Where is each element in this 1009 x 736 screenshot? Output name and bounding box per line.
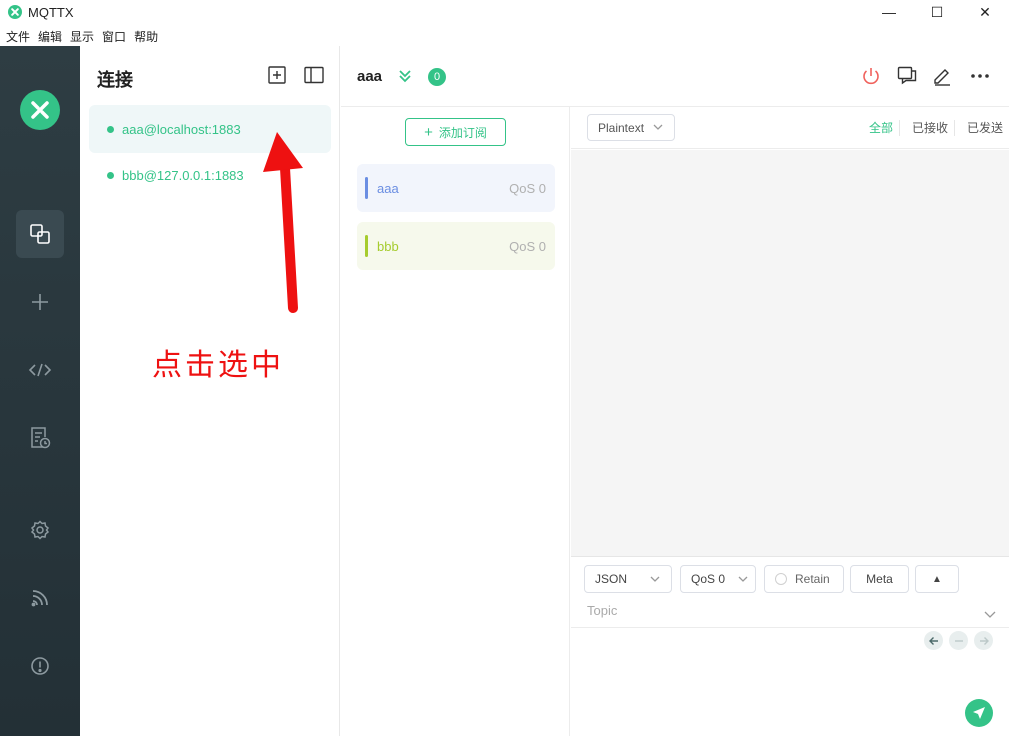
mqttx-logo-icon	[20, 90, 60, 130]
script-icon[interactable]	[16, 346, 64, 394]
plus-icon: +	[424, 123, 433, 141]
subscription-item[interactable]: aaa QoS 0	[357, 164, 555, 212]
menu-file[interactable]: 文件	[6, 28, 30, 45]
new-window-icon[interactable]	[896, 65, 918, 87]
more-options-icon[interactable]	[969, 65, 991, 87]
expand-button[interactable]: ▲	[915, 565, 959, 593]
previous-message-icon[interactable]	[924, 631, 943, 650]
connection-label: bbb@127.0.0.1:1883	[122, 167, 244, 183]
subscription-qos: QoS 0	[509, 238, 546, 254]
format-select[interactable]: Plaintext	[587, 114, 675, 141]
app-logo-icon	[8, 5, 22, 19]
menu-view[interactable]: 显示	[70, 28, 94, 45]
settings-icon[interactable]	[16, 506, 64, 554]
maximize-button[interactable]: ☐	[913, 0, 961, 24]
format-value: Plaintext	[598, 120, 645, 135]
subscription-topic: aaa	[377, 180, 399, 196]
qos-value: QoS 0	[691, 572, 726, 586]
chevron-down-icon	[737, 573, 749, 588]
subscription-color-bar	[365, 235, 368, 257]
disconnect-power-icon[interactable]	[860, 65, 882, 87]
close-button[interactable]: ✕	[961, 0, 1009, 24]
log-icon[interactable]	[16, 414, 64, 462]
meta-label: Meta	[866, 572, 893, 586]
connection-title: aaa	[357, 68, 383, 85]
add-icon[interactable]	[16, 278, 64, 326]
connections-icon[interactable]	[16, 210, 64, 258]
subscription-item[interactable]: bbb QoS 0	[357, 222, 555, 270]
status-dot-icon	[107, 171, 114, 179]
main-header: aaa 0	[341, 46, 1009, 107]
payload-type-select[interactable]: JSON	[584, 565, 672, 593]
feed-icon[interactable]	[16, 574, 64, 622]
title-bar: MQTTX — ☐ ✕	[0, 0, 1009, 24]
payload-type-value: JSON	[595, 572, 628, 586]
meta-button[interactable]: Meta	[850, 565, 909, 593]
window-controls: — ☐ ✕	[865, 0, 1009, 24]
message-count-badge: 0	[428, 68, 446, 86]
menu-bar: 文件 编辑 显示 窗口 帮助	[0, 26, 160, 46]
tab-received[interactable]: 已接收	[898, 120, 954, 136]
left-sidebar	[0, 46, 80, 736]
message-filter-bar: Plaintext 全部 已接收 已发送	[571, 107, 1009, 149]
status-dot-icon	[107, 125, 114, 133]
subscription-color-bar	[365, 177, 368, 199]
collapse-chevron-icon[interactable]	[397, 68, 413, 89]
send-button[interactable]	[965, 699, 993, 727]
topic-divider	[571, 627, 1009, 628]
menu-help[interactable]: 帮助	[134, 28, 158, 45]
retain-radio-icon	[775, 573, 787, 585]
message-filter-tabs: 全部 已接收 已发送	[857, 120, 1009, 136]
expand-up-icon: ▲	[932, 573, 942, 585]
chevron-down-icon	[652, 121, 664, 136]
chevron-down-icon	[649, 573, 661, 588]
retain-checkbox[interactable]: Retain	[764, 565, 844, 593]
subscription-qos: QoS 0	[509, 180, 546, 196]
topic-history-chevron-icon[interactable]	[983, 607, 997, 626]
about-icon[interactable]	[16, 642, 64, 690]
toggle-panel-icon[interactable]	[304, 66, 324, 84]
subscriptions-panel: + 添加订阅 aaa QoS 0 bbb QoS 0	[341, 107, 570, 736]
connection-label: aaa@localhost:1883	[122, 121, 241, 137]
tab-sent[interactable]: 已发送	[953, 120, 1009, 136]
minimize-button[interactable]: —	[865, 0, 913, 24]
tab-all[interactable]: 全部	[857, 120, 899, 136]
red-arrow-annotation	[263, 132, 303, 313]
menu-window[interactable]: 窗口	[102, 28, 126, 45]
connections-title: 连接	[97, 70, 133, 90]
new-connection-icon[interactable]	[268, 66, 288, 84]
message-composer: JSON QoS 0 Retain Meta ▲ Topic	[571, 556, 1009, 736]
subscription-topic: bbb	[377, 238, 399, 254]
next-message-icon[interactable]	[974, 631, 993, 650]
topic-input[interactable]: Topic	[587, 603, 617, 618]
send-icon	[973, 707, 985, 719]
message-list-area	[571, 150, 1009, 556]
add-subscription-button[interactable]: + 添加订阅	[405, 118, 506, 146]
add-subscription-label: 添加订阅	[438, 125, 487, 140]
retain-label: Retain	[795, 572, 830, 586]
window-title: MQTTX	[28, 4, 74, 20]
annotation-text: 点击选中	[152, 348, 284, 383]
menu-edit[interactable]: 编辑	[38, 28, 62, 45]
edit-icon[interactable]	[931, 65, 953, 87]
qos-select[interactable]: QoS 0	[680, 565, 756, 593]
clear-message-icon[interactable]	[949, 631, 968, 650]
